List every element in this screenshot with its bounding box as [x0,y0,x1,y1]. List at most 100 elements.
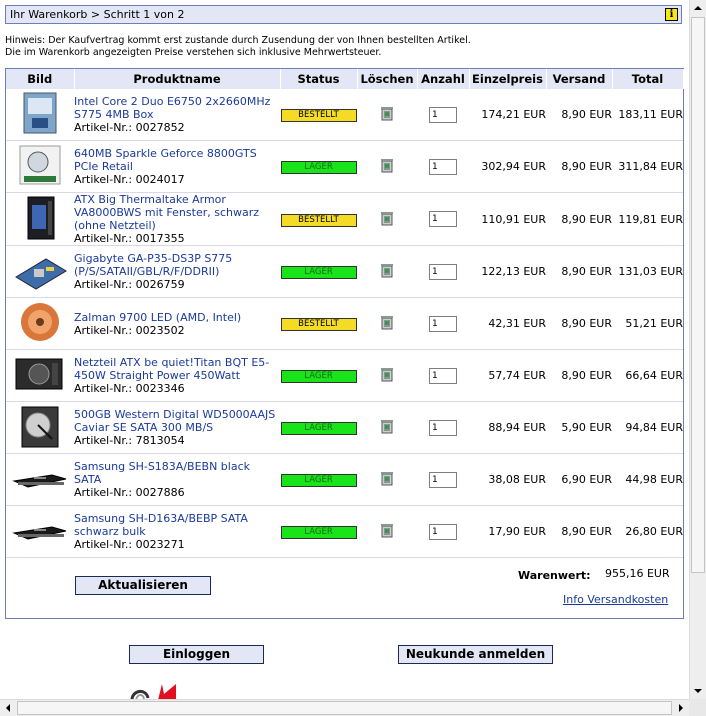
column-header-total: Total [612,69,684,89]
status-badge: BESTELLT [280,213,357,227]
table-row: Gigabyte GA-P35-DS3P S775 (P/S/SATAII/GB… [6,245,683,298]
pc-case-image[interactable] [12,195,68,241]
product-name-link[interactable]: ATX Big Thermaltake Armor VA8000BWS mit … [74,193,280,232]
table-row: ATX Big Thermaltake Armor VA8000BWS mit … [6,192,683,246]
quantity-input[interactable] [429,419,457,436]
scroll-left-arrow-icon[interactable] [0,700,16,716]
article-number: Artikel-Nr.: 0026759 [74,278,185,291]
cart-table: Bild Produktname Status Löschen Anzahl E… [6,69,684,558]
article-number: Artikel-Nr.: 0024017 [74,173,185,186]
shipping-cost: 6,90 EUR [546,453,612,506]
quantity-input[interactable] [429,263,457,280]
product-image-cell [6,297,74,350]
quantity-cell [417,245,469,298]
trash-icon[interactable] [379,105,395,121]
product-name-cell: Samsung SH-D163A/BEBP SATA schwarz bulk … [74,505,280,558]
hard-drive-image[interactable] [12,403,68,449]
line-total: 119,81 EUR [612,192,683,246]
quantity-cell [417,297,469,350]
trash-icon[interactable] [379,314,395,330]
dvd-drive-image[interactable] [12,455,68,501]
unit-price: 174,21 EUR [469,89,546,141]
product-name-link[interactable]: Zalman 9700 LED (AMD, Intel) [74,311,280,324]
product-name-link[interactable]: Netzteil ATX be quiet!Titan BQT E5-450W … [74,356,280,382]
notice-line-1: Hinweis: Der Kaufvertrag kommt erst zust… [5,35,471,46]
delete-cell [357,401,417,454]
trash-icon[interactable] [379,157,395,173]
table-row: Netzteil ATX be quiet!Titan BQT E5-450W … [6,349,683,402]
info-icon[interactable]: i [665,8,678,21]
quantity-input[interactable] [429,523,457,540]
status-badge: BESTELLT [280,109,357,122]
status-cell: LAGER [280,453,357,506]
line-total: 94,84 EUR [612,401,683,454]
product-name-link[interactable]: Gigabyte GA-P35-DS3P S775 (P/S/SATAII/GB… [74,252,280,278]
product-name-link[interactable]: Intel Core 2 Duo E6750 2x2660MHz S775 4M… [74,95,280,121]
scroll-down-arrow-icon[interactable] [690,683,706,699]
article-number: Artikel-Nr.: 0023346 [74,382,185,395]
quantity-cell [417,349,469,402]
goods-value: 955,16 EUR [605,567,670,580]
horizontal-scroll-thumb[interactable] [17,701,672,715]
goods-value-label: Warenwert: [518,569,591,582]
delete-cell [357,192,417,246]
quantity-cell [417,401,469,454]
vertical-scrollbar[interactable] [689,0,706,699]
delete-cell [357,453,417,506]
quantity-input[interactable] [429,211,457,227]
column-header-bild: Bild [6,69,75,89]
product-name-link[interactable]: 500GB Western Digital WD5000AAJS Caviar … [74,408,280,434]
vertical-scroll-thumb[interactable] [691,17,705,573]
login-button[interactable]: Einloggen [129,645,264,664]
horizontal-scrollbar[interactable] [0,699,689,716]
delete-cell [357,505,417,558]
scroll-right-arrow-icon[interactable] [673,700,689,716]
dvd-drive-image[interactable] [12,507,68,553]
unit-price: 57,74 EUR [469,349,546,402]
product-image-cell [6,89,74,141]
trash-icon[interactable] [379,366,395,382]
cpu-box-image[interactable] [12,90,68,136]
line-total: 311,84 EUR [612,140,683,193]
trash-icon[interactable] [379,210,395,226]
power-supply-image[interactable] [12,351,68,397]
update-cart-button[interactable]: Aktualisieren [75,576,211,595]
scroll-up-arrow-icon[interactable] [690,0,706,16]
cart-page: Ihr Warenkorb > Schritt 1 von 2 i Hinwei… [0,0,689,716]
quantity-input[interactable] [429,471,457,488]
motherboard-image[interactable] [12,247,68,293]
trash-icon[interactable] [379,522,395,538]
trash-icon[interactable] [379,470,395,486]
product-image-cell [6,140,74,193]
quantity-input[interactable] [429,158,457,175]
product-name-cell: Netzteil ATX be quiet!Titan BQT E5-450W … [74,349,280,402]
cpu-cooler-image[interactable] [12,299,68,345]
line-total: 44,98 EUR [612,453,683,506]
unit-price: 302,94 EUR [469,140,546,193]
trash-icon[interactable] [379,262,395,278]
delete-cell [357,245,417,298]
status-badge: LAGER [280,266,357,279]
status-cell: LAGER [280,140,357,193]
article-number: Artikel-Nr.: 0023502 [74,323,185,337]
product-image-cell [6,505,74,558]
product-name-link[interactable]: 640MB Sparkle Geforce 8800GTS PCIe Retai… [74,147,280,173]
quantity-input[interactable] [429,315,457,332]
table-row: Samsung SH-S183A/BEBN black SATA Artikel… [6,453,683,506]
shipping-cost: 8,90 EUR [546,349,612,402]
status-cell: BESTELLT [280,89,357,141]
product-name-link[interactable]: Samsung SH-S183A/BEBN black SATA [74,460,280,486]
register-button[interactable]: Neukunde anmelden [398,645,553,664]
product-name-cell: 500GB Western Digital WD5000AAJS Caviar … [74,401,280,454]
product-name-cell: Gigabyte GA-P35-DS3P S775 (P/S/SATAII/GB… [74,245,280,298]
product-name-link[interactable]: Samsung SH-D163A/BEBP SATA schwarz bulk [74,512,280,538]
article-number: Artikel-Nr.: 0023271 [74,538,185,551]
quantity-input[interactable] [429,367,457,384]
status-badge: BESTELLT [280,318,357,331]
shipping-info-link[interactable]: Info Versandkosten [563,593,668,606]
graphics-card-image[interactable] [12,142,68,188]
column-header-loeschen: Löschen [357,69,418,89]
quantity-input[interactable] [429,106,457,123]
trash-icon[interactable] [379,418,395,434]
notice-line-2: Die im Warenkorb angezeigten Preise vers… [5,47,382,58]
